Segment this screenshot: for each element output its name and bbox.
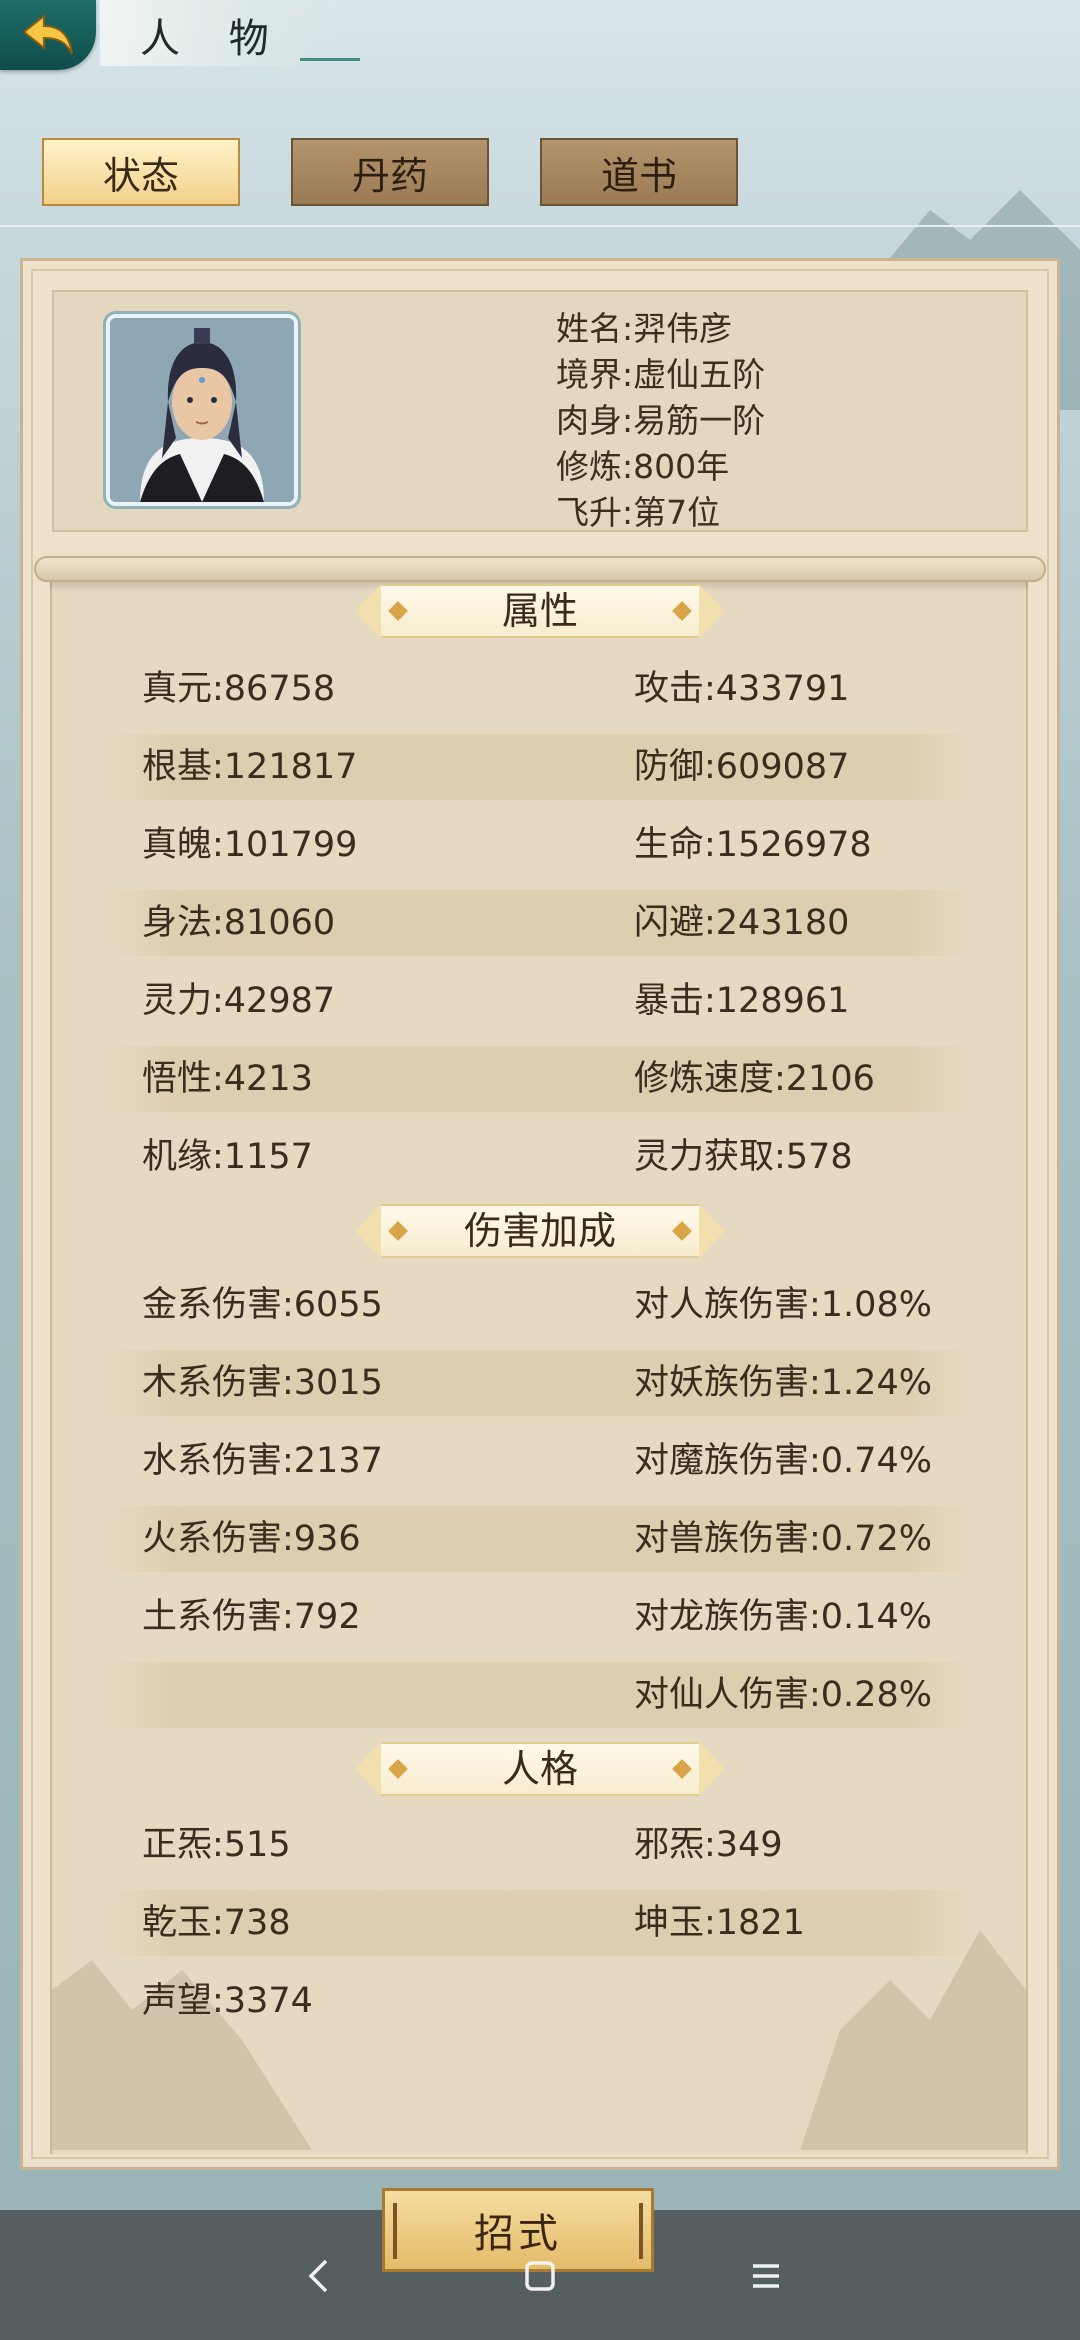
tab-daoshu[interactable]: 道书 xyxy=(540,138,738,206)
personality-row: 乾玉:738 坤玉:1821 xyxy=(110,1890,970,1956)
stat-left: 悟性:4213 xyxy=(142,1059,313,1099)
portrait-image xyxy=(110,318,294,502)
skills-button-label: 招式 xyxy=(474,2211,562,2257)
stat-right: 闪避:243180 xyxy=(634,903,850,943)
damage-right: 对龙族伤害:0.14% xyxy=(634,1597,932,1637)
section-header-damage: 伤害加成 xyxy=(355,1204,725,1258)
damage-row: 土系伤害:792 对龙族伤害:0.14% xyxy=(110,1584,970,1650)
back-arrow-icon xyxy=(22,13,73,55)
back-button[interactable] xyxy=(0,0,96,70)
nav-menu-icon[interactable] xyxy=(744,2254,788,2298)
profile-realm: 境界:虚仙五阶 xyxy=(556,355,766,394)
profile-name: 姓名:羿伟彦 xyxy=(556,309,733,348)
section-title: 属性 xyxy=(501,589,578,633)
stat-row: 根基:121817 防御:609087 xyxy=(110,734,970,800)
damage-right: 对仙人伤害:0.28% xyxy=(634,1675,932,1715)
stat-right: 暴击:128961 xyxy=(634,981,850,1021)
stat-row: 灵力:42987 暴击:128961 xyxy=(110,968,970,1034)
stat-left: 真元:86758 xyxy=(142,669,336,709)
scroll-roller xyxy=(34,556,1046,582)
stat-left: 机缘:1157 xyxy=(142,1137,313,1177)
damage-left: 土系伤害:792 xyxy=(142,1597,361,1637)
stat-left: 根基:121817 xyxy=(142,747,358,787)
page-title: 人 物 xyxy=(140,16,287,62)
damage-row: 金系伤害:6055 对人族伤害:1.08% xyxy=(110,1272,970,1338)
stat-row: 真元:86758 攻击:433791 xyxy=(110,656,970,722)
button-bar-right xyxy=(639,2203,643,2259)
nav-back-icon[interactable] xyxy=(296,2254,340,2298)
stat-right: 灵力获取:578 xyxy=(634,1137,853,1177)
damage-left: 火系伤害:936 xyxy=(142,1519,361,1559)
tab-daoshu-label: 道书 xyxy=(600,153,677,198)
stat-right: 生命:1526978 xyxy=(634,825,872,865)
tab-status-label: 状态 xyxy=(102,153,179,198)
damage-right: 对魔族伤害:0.74% xyxy=(634,1441,932,1481)
stat-right: 攻击:433791 xyxy=(634,669,850,709)
damage-left: 金系伤害:6055 xyxy=(142,1285,383,1325)
section-title: 人格 xyxy=(501,1747,578,1791)
stat-right: 修炼速度:2106 xyxy=(634,1059,875,1099)
damage-row: 对仙人伤害:0.28% xyxy=(110,1662,970,1728)
personality-row: 正炁:515 邪炁:349 xyxy=(110,1812,970,1878)
tab-status[interactable]: 状态 xyxy=(42,138,240,206)
damage-row: 水系伤害:2137 对魔族伤害:0.74% xyxy=(110,1428,970,1494)
tabs-divider xyxy=(0,225,1080,227)
damage-left: 木系伤害:3015 xyxy=(142,1363,383,1403)
title-underline xyxy=(300,58,360,61)
damage-right: 对妖族伤害:1.24% xyxy=(634,1363,932,1403)
damage-right: 对人族伤害:1.08% xyxy=(634,1285,932,1325)
stat-left: 灵力:42987 xyxy=(142,981,336,1021)
stat-left: 身法:81060 xyxy=(142,903,336,943)
stat-row: 悟性:4213 修炼速度:2106 xyxy=(110,1046,970,1112)
stat-right: 防御:609087 xyxy=(634,747,850,787)
button-bar-left xyxy=(393,2203,397,2259)
stat-row: 机缘:1157 灵力获取:578 xyxy=(110,1124,970,1190)
section-header-personality: 人格 xyxy=(355,1742,725,1796)
personality-right: 坤玉:1821 xyxy=(634,1903,805,1943)
personality-left: 正炁:515 xyxy=(142,1825,291,1865)
tab-elixir[interactable]: 丹药 xyxy=(291,138,489,206)
damage-right: 对兽族伤害:0.72% xyxy=(634,1519,932,1559)
profile-ascension: 飞升:第7位 xyxy=(556,493,721,532)
damage-row: 火系伤害:936 对兽族伤害:0.72% xyxy=(110,1506,970,1572)
section-title: 伤害加成 xyxy=(463,1209,616,1253)
damage-row: 木系伤害:3015 对妖族伤害:1.24% xyxy=(110,1350,970,1416)
personality-left: 乾玉:738 xyxy=(142,1903,291,1943)
stat-left: 真魄:101799 xyxy=(142,825,358,865)
damage-left: 水系伤害:2137 xyxy=(142,1441,383,1481)
tab-elixir-label: 丹药 xyxy=(351,153,428,198)
stat-row: 身法:81060 闪避:243180 xyxy=(110,890,970,956)
stat-row: 真魄:101799 生命:1526978 xyxy=(110,812,970,878)
profile-body: 肉身:易筋一阶 xyxy=(556,401,766,440)
character-avatar[interactable] xyxy=(106,314,298,506)
personality-left: 声望:3374 xyxy=(142,1981,313,2021)
personality-row: 声望:3374 xyxy=(110,1968,970,2034)
nav-home-icon[interactable] xyxy=(518,2254,562,2298)
profile-cultivation: 修炼:800年 xyxy=(556,447,730,486)
personality-right: 邪炁:349 xyxy=(634,1825,783,1865)
section-header-attributes: 属性 xyxy=(355,584,725,638)
